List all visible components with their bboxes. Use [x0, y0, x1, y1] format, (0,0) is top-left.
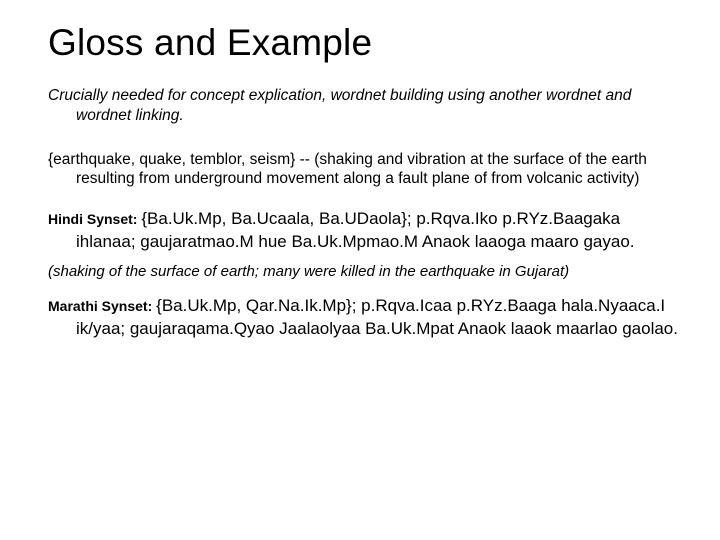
marathi-synset-label: Marathi Synset: — [48, 298, 156, 314]
hindi-synset-text: {Ba.Uk.Mp, Ba.Ucaala, Ba.UDaola}; p.Rqva… — [76, 209, 635, 250]
marathi-synset-text: {Ba.Uk.Mp, Qar.Na.Ik.Mp}; p.Rqva.Icaa p.… — [76, 296, 678, 337]
hindi-synset-block: Hindi Synset: {Ba.Uk.Mp, Ba.Ucaala, Ba.U… — [48, 208, 682, 252]
slide-title: Gloss and Example — [48, 22, 682, 64]
lead-paragraph: Crucially needed for concept explication… — [48, 86, 682, 126]
marathi-synset-block: Marathi Synset: {Ba.Uk.Mp, Qar.Na.Ik.Mp}… — [48, 295, 682, 339]
english-example: {earthquake, quake, temblor, seism} -- (… — [48, 150, 682, 189]
slide: Gloss and Example Crucially needed for c… — [0, 0, 720, 540]
hindi-synset-label: Hindi Synset: — [48, 211, 141, 227]
hindi-gloss: (shaking of the surface of earth; many w… — [48, 263, 682, 282]
